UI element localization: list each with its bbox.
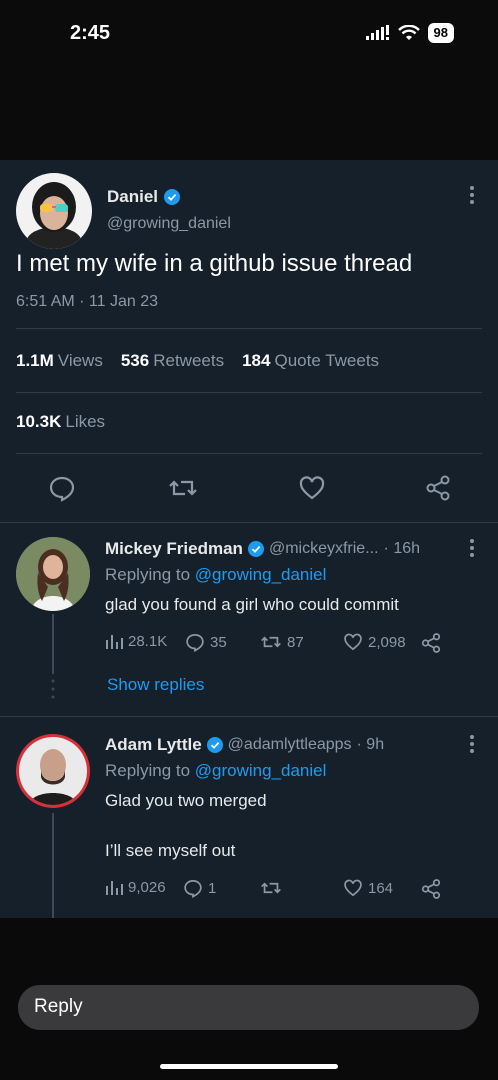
likes-stat[interactable]: 10.3K Likes	[16, 412, 105, 432]
signal-icon	[365, 25, 389, 40]
reply-author-name[interactable]: Adam Lyttle	[105, 735, 202, 755]
more-options-icon[interactable]	[469, 734, 475, 754]
reply-item[interactable]: Mickey Friedman @mickeyxfrie... · 16h Re…	[0, 522, 498, 717]
share-icon[interactable]	[420, 878, 442, 900]
more-options-icon[interactable]	[469, 185, 475, 205]
battery-indicator: 98	[427, 23, 454, 43]
retweet-icon[interactable]	[168, 474, 198, 502]
comment-metric[interactable]: 35	[185, 632, 227, 652]
retweet-icon	[261, 636, 281, 648]
like-icon	[344, 879, 362, 897]
divider	[16, 392, 482, 393]
like-metric[interactable]: 164	[343, 878, 393, 898]
mention-link[interactable]: @growing_daniel	[195, 565, 327, 584]
show-replies-link[interactable]: Show replies	[107, 675, 204, 695]
comment-metric[interactable]: 1	[183, 878, 216, 898]
reply-metrics: 9,026 1 164	[105, 878, 450, 902]
reply-author-handle[interactable]: @adamlyttleapps	[228, 736, 352, 754]
tweet-sheet: Daniel @growing_daniel I met my wife in …	[0, 160, 498, 918]
reply-text-line-2: I’ll see myself out	[105, 841, 236, 860]
share-icon[interactable]	[420, 632, 442, 654]
status-icons: 98	[365, 23, 454, 43]
author-name[interactable]: Daniel	[107, 187, 158, 207]
views-icon	[106, 635, 123, 649]
thread-dots-icon	[51, 679, 55, 699]
views-metric[interactable]: 9,026	[105, 878, 166, 896]
reply-composer-placeholder: Reply	[34, 996, 83, 1017]
tweet-actions	[0, 470, 498, 510]
like-icon	[344, 633, 362, 651]
tweet-stats: 1.1M Views 536 Retweets 184 Quote Tweets	[16, 351, 379, 371]
reply-author-name[interactable]: Mickey Friedman	[105, 539, 243, 559]
reply-author-handle[interactable]: @mickeyxfrie...	[269, 540, 379, 558]
retweet-metric[interactable]: 87	[260, 632, 304, 652]
reply-age: · 16h	[383, 540, 421, 557]
author-handle[interactable]: @growing_daniel	[107, 215, 231, 233]
thread-line	[52, 813, 54, 918]
share-icon[interactable]	[424, 474, 452, 502]
thread-line	[52, 614, 54, 674]
wifi-icon	[397, 25, 420, 40]
tweet-timestamp[interactable]: 6:51 AM · 11 Jan 23	[16, 293, 158, 311]
replying-to: Replying to @growing_daniel	[105, 761, 327, 780]
quote-tweets-stat[interactable]: 184 Quote Tweets	[242, 351, 379, 371]
tweet-text: I met my wife in a github issue thread	[16, 250, 413, 277]
reply-composer[interactable]: Reply	[18, 985, 479, 1030]
reply-text: glad you found a girl who could commit	[105, 595, 399, 614]
reply-item[interactable]: Adam Lyttle @adamlyttleapps · 9h Replyin…	[0, 717, 498, 918]
home-indicator	[160, 1064, 338, 1069]
divider	[16, 453, 482, 454]
more-options-icon[interactable]	[469, 538, 475, 558]
reply-icon[interactable]	[48, 474, 76, 502]
retweet-icon	[261, 882, 281, 894]
avatar[interactable]	[16, 173, 92, 249]
views-icon	[106, 881, 123, 895]
reply-text-line-1: Glad you two merged	[105, 791, 267, 810]
retweet-metric[interactable]	[260, 878, 287, 898]
verified-badge-icon	[164, 189, 181, 205]
like-icon[interactable]	[298, 474, 326, 502]
views-metric[interactable]: 28.1K	[105, 632, 167, 650]
status-time: 2:45	[70, 22, 111, 44]
verified-badge-icon	[247, 541, 264, 557]
retweets-stat[interactable]: 536 Retweets	[121, 351, 224, 371]
reply-age: · 9h	[356, 736, 385, 753]
reply-metrics: 28.1K 35 87 2,098	[105, 632, 450, 656]
reply-icon	[186, 633, 204, 652]
views-stat: 1.1M Views	[16, 351, 103, 370]
status-bar: 2:45 98	[0, 0, 498, 70]
avatar[interactable]	[16, 537, 90, 611]
divider	[16, 328, 482, 329]
like-metric[interactable]: 2,098	[343, 632, 406, 652]
avatar[interactable]	[16, 734, 90, 808]
verified-badge-icon	[206, 737, 223, 753]
reply-icon	[184, 879, 202, 898]
replying-to: Replying to @growing_daniel	[105, 565, 327, 584]
mention-link[interactable]: @growing_daniel	[195, 761, 327, 780]
